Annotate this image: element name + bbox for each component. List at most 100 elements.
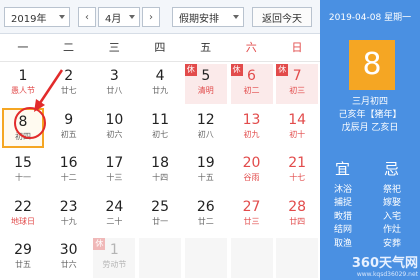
next-month-button[interactable]: › — [142, 7, 160, 27]
watermark-logo: 360天气网 — [351, 256, 418, 271]
calendar-day-cell[interactable]: 25 廿一 — [139, 195, 181, 235]
day-info-panel: 2019-04-08 星期一 8 三月初四 己亥年【猪年】 戊辰月 乙亥日 宜 … — [320, 0, 420, 280]
yi-item: 取渔 — [333, 238, 352, 249]
weekday-label: 四 — [154, 41, 166, 54]
chevron-down-icon — [233, 15, 239, 19]
lunar-day-label: 劳动节 — [102, 260, 127, 269]
day-number: 10 — [105, 111, 124, 128]
lunar-day-label: 初九 — [243, 129, 260, 139]
lunar-day-label: 初七 — [152, 129, 169, 139]
calendar-day-cell[interactable]: 11 初七 — [139, 108, 181, 148]
calendar-day-cell[interactable]: 18 十四 — [139, 151, 181, 191]
day-number: 12 — [196, 111, 215, 128]
calendar-day-cell[interactable]: 10 初六 — [93, 108, 135, 148]
yi-label: 宜 — [335, 160, 351, 178]
lunar-day-label: 初八 — [197, 129, 214, 139]
calendar-day-cell[interactable] — [184, 238, 227, 278]
lunar-month-day: 戊辰月 乙亥日 — [341, 123, 399, 133]
lunar-day-label: 廿五 — [15, 260, 31, 269]
day-number: 13 — [242, 111, 261, 128]
calendar-day-cell[interactable]: 24 二十 — [93, 195, 135, 235]
ji-item: 安葬 — [382, 238, 401, 249]
calendar-day-cell[interactable] — [230, 238, 273, 278]
year-select[interactable]: 2019年 — [4, 7, 70, 27]
calendar-day-cell[interactable]: 3 廿八 — [93, 64, 135, 104]
calendar-day-cell[interactable]: 29 廿五 — [2, 238, 44, 278]
calendar-day-cell[interactable]: 15 十一 — [2, 151, 44, 191]
annotation-arrow-icon — [34, 69, 64, 112]
lunar-day-label: 廿九 — [152, 86, 169, 95]
calendar-day-cell[interactable] — [139, 238, 182, 278]
day-number: 24 — [105, 198, 124, 215]
calendar-day-cell[interactable]: 23 十九 — [48, 195, 90, 235]
weekday-label: 三 — [108, 41, 120, 54]
ji-item: 嫁娶 — [382, 198, 401, 209]
holiday-rest-badge: 休 — [93, 238, 106, 250]
month-select[interactable]: 4月 — [98, 7, 140, 27]
prev-month-button[interactable]: ‹ — [78, 7, 96, 27]
calendar-day-cell[interactable]: 27 廿三 — [231, 195, 273, 235]
lunar-day-label: 十三 — [106, 173, 123, 182]
calendar-day-cell[interactable]: 20 谷雨 — [231, 151, 273, 191]
lunar-day-label: 清明 — [197, 86, 214, 95]
day-number: 22 — [14, 198, 32, 215]
lunar-day-label: 廿一 — [152, 216, 169, 226]
weekday-label: 一 — [17, 41, 29, 54]
lunar-day-label: 初六 — [106, 129, 123, 139]
day-number: 18 — [151, 155, 169, 171]
yi-item: 结网 — [333, 225, 352, 236]
lunar-day-label: 十七 — [289, 173, 306, 182]
day-number: 11 — [151, 111, 169, 128]
calendar-day-cell[interactable]: 休 6 初二 — [230, 64, 273, 104]
calendar-day-cell[interactable]: 26 廿二 — [185, 195, 227, 235]
ji-item: 祭祀 — [382, 185, 401, 195]
holiday-select[interactable]: 假期安排 — [172, 7, 244, 27]
weekday-label: 二 — [63, 41, 75, 54]
calendar-day-cell[interactable]: 休 1 劳动节 — [93, 238, 136, 278]
yi-item: 捕捉 — [333, 198, 352, 209]
today-button[interactable]: 返回今天 — [252, 7, 312, 27]
calendar-day-cell[interactable]: 30 廿六 — [48, 238, 90, 278]
lunar-day-label: 廿三 — [243, 216, 260, 226]
calendar-day-cell[interactable]: 21 十七 — [276, 151, 318, 191]
calendar-day-cell[interactable]: 休 5 清明 — [184, 64, 227, 104]
day-number: 15 — [14, 155, 32, 171]
day-number: 14 — [288, 111, 307, 128]
ji-item: 入宅 — [382, 211, 401, 222]
day-number: 29 — [14, 242, 32, 258]
calendar-day-cell[interactable]: 17 十三 — [93, 151, 135, 191]
calendar-day-cell[interactable]: 22 地球日 — [2, 195, 44, 235]
lunar-date: 三月初四 — [351, 97, 388, 107]
lunar-day-label: 十四 — [152, 173, 169, 182]
ji-label: 忌 — [384, 160, 400, 178]
lunar-day-label: 十九 — [60, 216, 77, 226]
calendar-day-cell[interactable]: 13 初九 — [231, 108, 273, 148]
calendar-day-cell[interactable]: 19 十五 — [185, 151, 227, 191]
day-number: 30 — [59, 242, 78, 258]
ji-item: 作灶 — [382, 225, 401, 236]
lunar-day-label: 二十 — [106, 216, 123, 226]
lunar-day-label: 廿六 — [60, 260, 77, 269]
yi-item: 沐浴 — [333, 185, 352, 195]
calendar-day-cell[interactable]: 休 7 初三 — [276, 64, 319, 104]
lunar-day-label: 初二 — [243, 86, 260, 95]
weekday-header: 一 二 三 四 五 六 日 — [0, 34, 320, 62]
day-number: 25 — [151, 198, 169, 215]
yi-item: 畋猎 — [333, 211, 352, 222]
year-select-value: 2019年 — [11, 13, 47, 25]
watermark-url: www.kqsd36029.net — [356, 271, 418, 278]
calendar-day-cell[interactable]: 16 十二 — [48, 151, 90, 191]
lunar-day-label: 廿四 — [289, 216, 306, 226]
holiday-rest-badge: 休 — [184, 64, 197, 76]
month-select-value: 4月 — [105, 13, 122, 25]
calendar-day-cell[interactable]: 12 初八 — [185, 108, 227, 148]
lunar-day-label: 初三 — [289, 86, 306, 95]
calendar-day-cell[interactable]: 4 廿九 — [139, 64, 181, 104]
selected-date-line: 2019-04-08 星期一 — [328, 13, 412, 23]
calendar-day-cell[interactable]: 28 廿四 — [276, 195, 318, 235]
calendar-day-cell[interactable]: 14 初十 — [276, 108, 318, 148]
calendar-day-cell[interactable] — [276, 238, 319, 278]
day-number: 3 — [109, 68, 119, 84]
day-number: 27 — [242, 198, 261, 215]
lunar-day-label: 初十 — [289, 129, 306, 139]
